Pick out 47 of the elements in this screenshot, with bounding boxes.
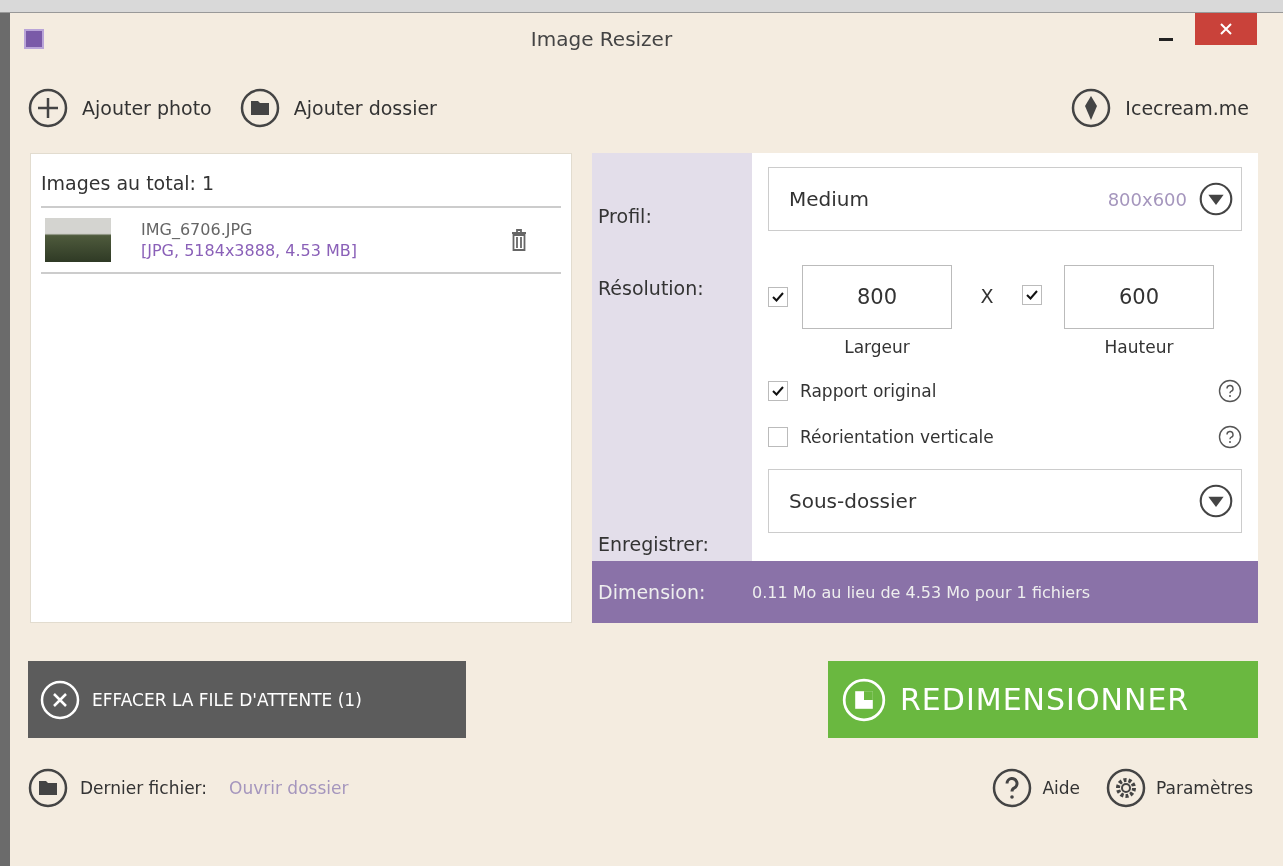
plus-icon: [28, 88, 68, 128]
help-icon[interactable]: [1218, 379, 1242, 403]
resolution-label: Résolution:: [598, 277, 705, 299]
gear-icon: [1106, 768, 1147, 808]
total-label: Images au total: 1: [41, 172, 561, 208]
add-photo-button[interactable]: Ajouter photo: [28, 88, 212, 128]
option-label: Rapport original: [800, 381, 938, 401]
folder-icon: [239, 88, 280, 128]
height-label: Hauteur: [1104, 337, 1174, 357]
settings-button[interactable]: Paramètres: [1106, 768, 1253, 808]
checkbox[interactable]: [768, 381, 788, 401]
minimize-icon[interactable]: [1159, 37, 1173, 41]
width-field[interactable]: 800: [802, 265, 952, 329]
clear-queue-button[interactable]: EFFACER LA FILE D'ATTENTE (1): [28, 661, 466, 738]
profile-size: 800x600: [1107, 188, 1187, 210]
dropdown-icon: [1199, 484, 1233, 518]
close-button[interactable]: [1195, 13, 1257, 45]
app-logo-icon: [842, 677, 886, 722]
profile-dropdown[interactable]: Medium 800x600: [768, 167, 1242, 231]
website-link[interactable]: Icecream.me: [1071, 88, 1249, 128]
trash-icon[interactable]: [511, 229, 527, 251]
checkbox[interactable]: [768, 427, 788, 447]
help-icon[interactable]: [1218, 425, 1242, 449]
dropdown-icon: [1199, 182, 1233, 216]
last-file-label: Dernier fichier:: [80, 778, 208, 798]
file-info: [JPG, 5184x3888, 4.53 MB]: [141, 241, 358, 260]
photo-placeholder: [45, 218, 111, 262]
separator-label: X: [979, 285, 995, 307]
option-label: Réorientation verticale: [800, 427, 995, 447]
help-button[interactable]: Aide: [992, 768, 1081, 808]
file-name: IMG_6706.JPG: [141, 220, 254, 239]
width-label: Largeur: [844, 337, 910, 357]
dimension-value: 0.11 Mo au lieu de 4.53 Mo pour 1 fichiers: [752, 582, 1091, 602]
dimension-label: Dimension:: [598, 581, 707, 603]
folder-icon: [28, 768, 68, 808]
app-icon: [24, 29, 44, 49]
save-dropdown[interactable]: Sous-dossier: [768, 469, 1242, 533]
question-icon: [992, 768, 1033, 808]
profile-label: Profil:: [598, 205, 653, 227]
close-icon: [1220, 23, 1232, 35]
window-title: Image Resizer: [529, 27, 674, 51]
save-label: Enregistrer:: [598, 533, 710, 555]
checkbox[interactable]: [768, 287, 788, 307]
height-field[interactable]: 600: [1064, 265, 1214, 329]
checkbox[interactable]: [1022, 285, 1042, 305]
add-folder-button[interactable]: Ajouter dossier: [239, 88, 437, 128]
close-icon: [40, 679, 80, 720]
